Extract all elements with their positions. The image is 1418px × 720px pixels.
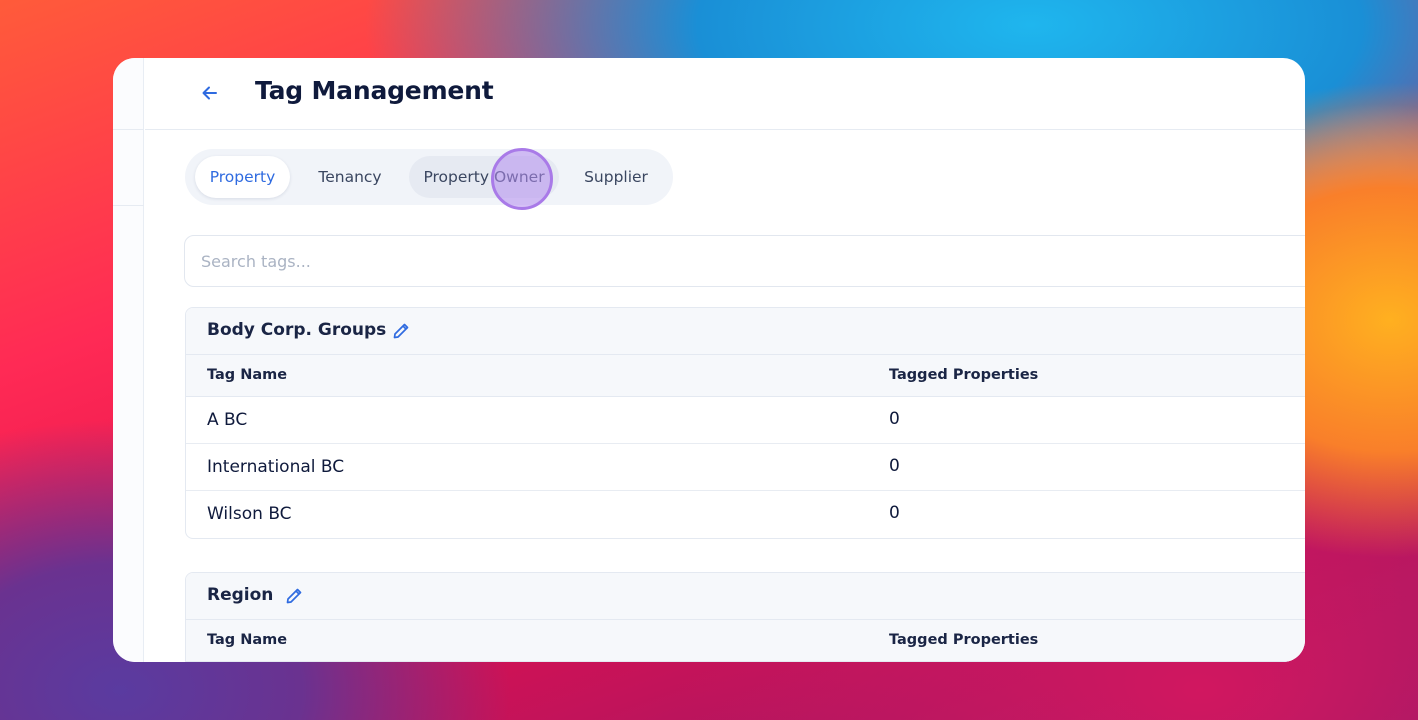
tag-group-region: Region Tag Name Tagged Properties: [185, 572, 1305, 662]
table-header: Tag Name Tagged Properties: [186, 355, 1305, 397]
tag-type-tabs: Property Tenancy Property Owner Supplier: [185, 149, 673, 205]
sidebar-divider: [113, 205, 144, 206]
page-title: Tag Management: [255, 76, 494, 105]
table-row[interactable]: Wilson BC 0: [186, 491, 1305, 538]
page-header: Tag Management: [145, 58, 1305, 130]
tag-group-body-corp: Body Corp. Groups Tag Name Tagged Proper…: [185, 307, 1305, 539]
group-header: Body Corp. Groups: [186, 308, 1305, 355]
sidebar-divider: [113, 129, 144, 130]
tagged-count: 0: [889, 456, 900, 476]
column-header-tagged-properties: Tagged Properties: [889, 367, 1039, 383]
app-window: Tag Management Property Tenancy Property…: [113, 58, 1305, 662]
edit-group-button[interactable]: [391, 321, 411, 341]
arrow-left-icon: [202, 86, 217, 100]
search-input[interactable]: [184, 235, 1305, 287]
back-button[interactable]: [197, 80, 223, 106]
tag-name: Wilson BC: [207, 504, 292, 524]
group-header: Region: [186, 573, 1305, 620]
group-title: Body Corp. Groups: [207, 320, 387, 340]
sidebar-strip: [113, 58, 144, 662]
group-title: Region: [207, 585, 274, 605]
tab-property[interactable]: Property: [195, 156, 290, 198]
edit-group-button[interactable]: [284, 586, 304, 606]
table-row[interactable]: International BC 0: [186, 444, 1305, 491]
table-header: Tag Name Tagged Properties: [186, 620, 1305, 662]
table-row[interactable]: A BC 0: [186, 397, 1305, 444]
pencil-icon: [393, 323, 409, 339]
column-header-tag-name: Tag Name: [207, 632, 288, 648]
tab-supplier[interactable]: Supplier: [569, 156, 663, 198]
column-header-tag-name: Tag Name: [207, 367, 288, 383]
tagged-count: 0: [889, 409, 900, 429]
tag-name: International BC: [207, 457, 345, 477]
tag-name: A BC: [207, 410, 248, 430]
pencil-icon: [286, 588, 302, 604]
tab-tenancy[interactable]: Tenancy: [301, 156, 399, 198]
column-header-tagged-properties: Tagged Properties: [889, 632, 1039, 648]
tagged-count: 0: [889, 503, 900, 523]
tab-property-owner[interactable]: Property Owner: [409, 156, 559, 198]
